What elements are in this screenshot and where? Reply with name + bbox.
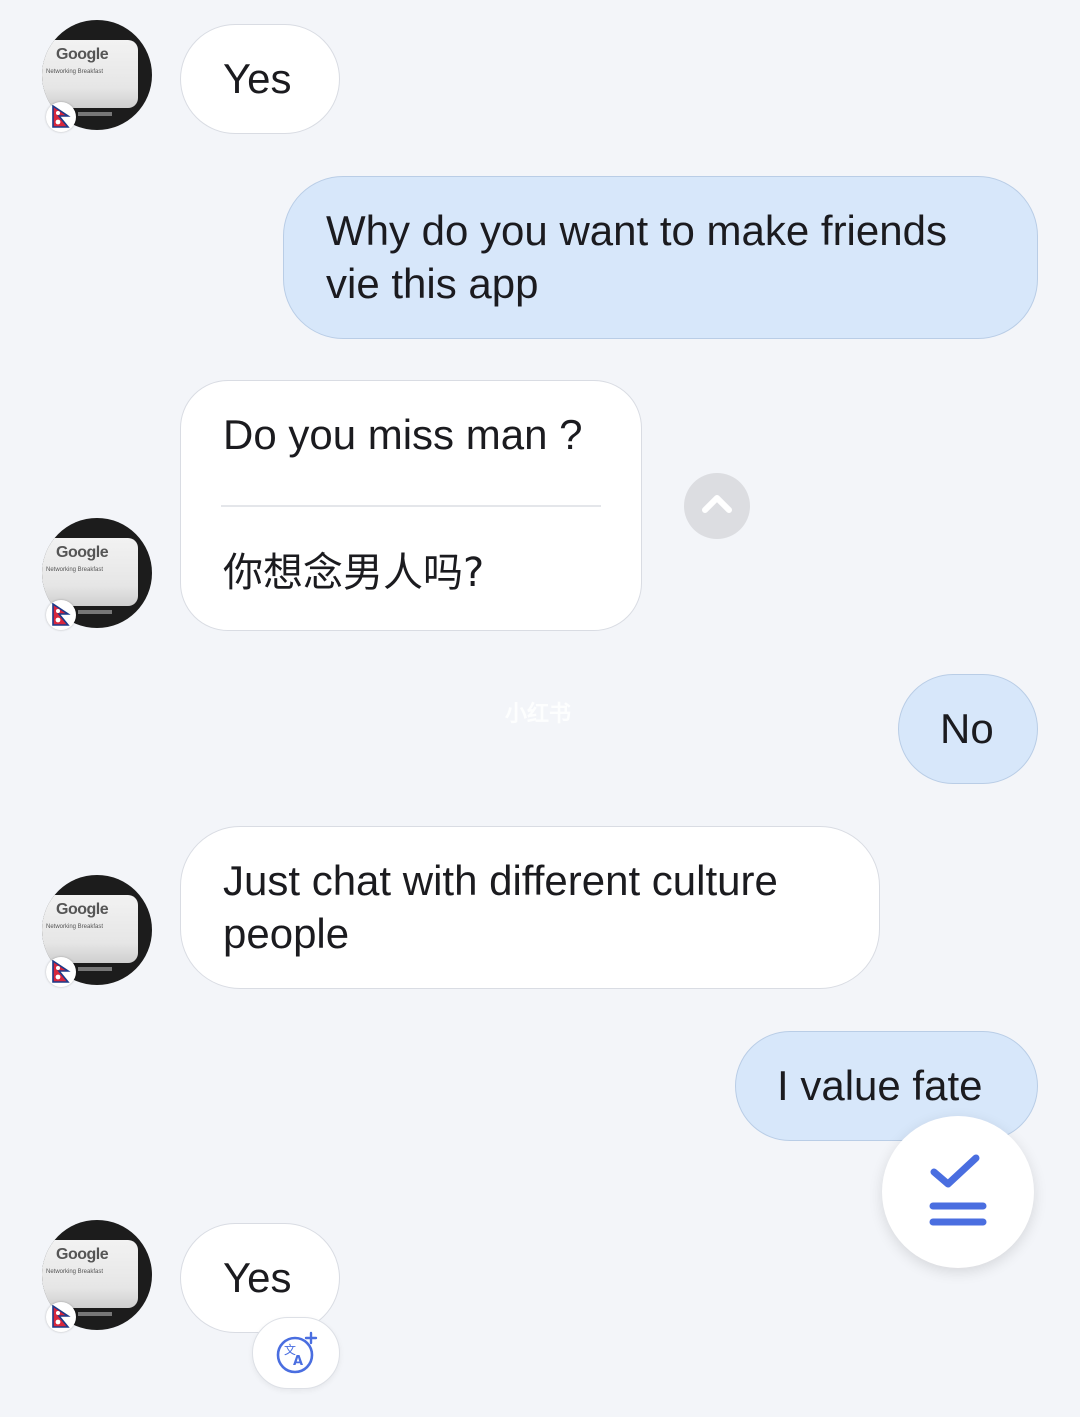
translated-text: 你想念男人吗? bbox=[223, 550, 485, 596]
contact-avatar[interactable]: Google Networking Breakfast bbox=[42, 1220, 152, 1332]
message-bubble-incoming[interactable]: Yes bbox=[180, 24, 340, 134]
chevron-up-icon bbox=[702, 495, 732, 513]
avatar-screen-text: Google bbox=[56, 46, 109, 63]
nepal-flag-icon bbox=[46, 957, 76, 987]
task-list-fab[interactable] bbox=[882, 1116, 1034, 1268]
avatar-screen-subtext: Networking Breakfast bbox=[46, 924, 104, 930]
avatar-monitor-stand bbox=[78, 967, 112, 971]
message-text: I value fate bbox=[777, 1062, 983, 1109]
collapse-translation-button[interactable] bbox=[684, 473, 750, 539]
contact-avatar[interactable]: Google Networking Breakfast bbox=[42, 518, 152, 630]
avatar-screen-text: Google bbox=[56, 1246, 109, 1263]
message-bubble-outgoing[interactable]: Why do you want to make friends vie this… bbox=[283, 176, 1038, 339]
message-bubble-incoming-translated[interactable]: Do you miss man ? 你想念男人吗? bbox=[180, 380, 642, 631]
message-bubble-incoming[interactable]: Just chat with different culture people bbox=[180, 826, 880, 989]
message-text: Just chat with different culture people bbox=[223, 857, 778, 957]
avatar-monitor-stand bbox=[78, 1312, 112, 1316]
translation-divider bbox=[221, 505, 601, 507]
contact-avatar[interactable]: Google Networking Breakfast bbox=[42, 20, 152, 132]
nepal-flag-icon bbox=[46, 102, 76, 132]
nepal-flag-icon bbox=[46, 1302, 76, 1332]
message-bubble-incoming[interactable]: Yes bbox=[180, 1223, 340, 1333]
avatar-monitor-stand bbox=[78, 610, 112, 614]
avatar-screen-subtext: Networking Breakfast bbox=[46, 567, 104, 573]
avatar-screen-text: Google bbox=[56, 544, 109, 561]
avatar-monitor-stand bbox=[78, 112, 112, 116]
message-text: No bbox=[940, 705, 994, 752]
avatar-screen-text: Google bbox=[56, 901, 109, 918]
avatar-screen-subtext: Networking Breakfast bbox=[46, 69, 104, 75]
nepal-flag-icon bbox=[46, 600, 76, 630]
message-text: Yes bbox=[223, 1254, 292, 1301]
message-bubble-outgoing[interactable]: No bbox=[898, 674, 1038, 784]
watermark: 小红书 bbox=[505, 701, 572, 726]
message-text: Why do you want to make friends vie this… bbox=[326, 207, 947, 307]
translate-button[interactable]: 文 A bbox=[252, 1317, 340, 1389]
avatar-screen-subtext: Networking Breakfast bbox=[46, 1269, 104, 1275]
check-list-icon bbox=[929, 1154, 987, 1226]
svg-text:A: A bbox=[293, 1354, 303, 1369]
message-text: Do you miss man ? bbox=[223, 411, 583, 458]
translate-icon: 文 A bbox=[276, 1331, 318, 1374]
message-text: Yes bbox=[223, 55, 292, 102]
contact-avatar[interactable]: Google Networking Breakfast bbox=[42, 875, 152, 987]
